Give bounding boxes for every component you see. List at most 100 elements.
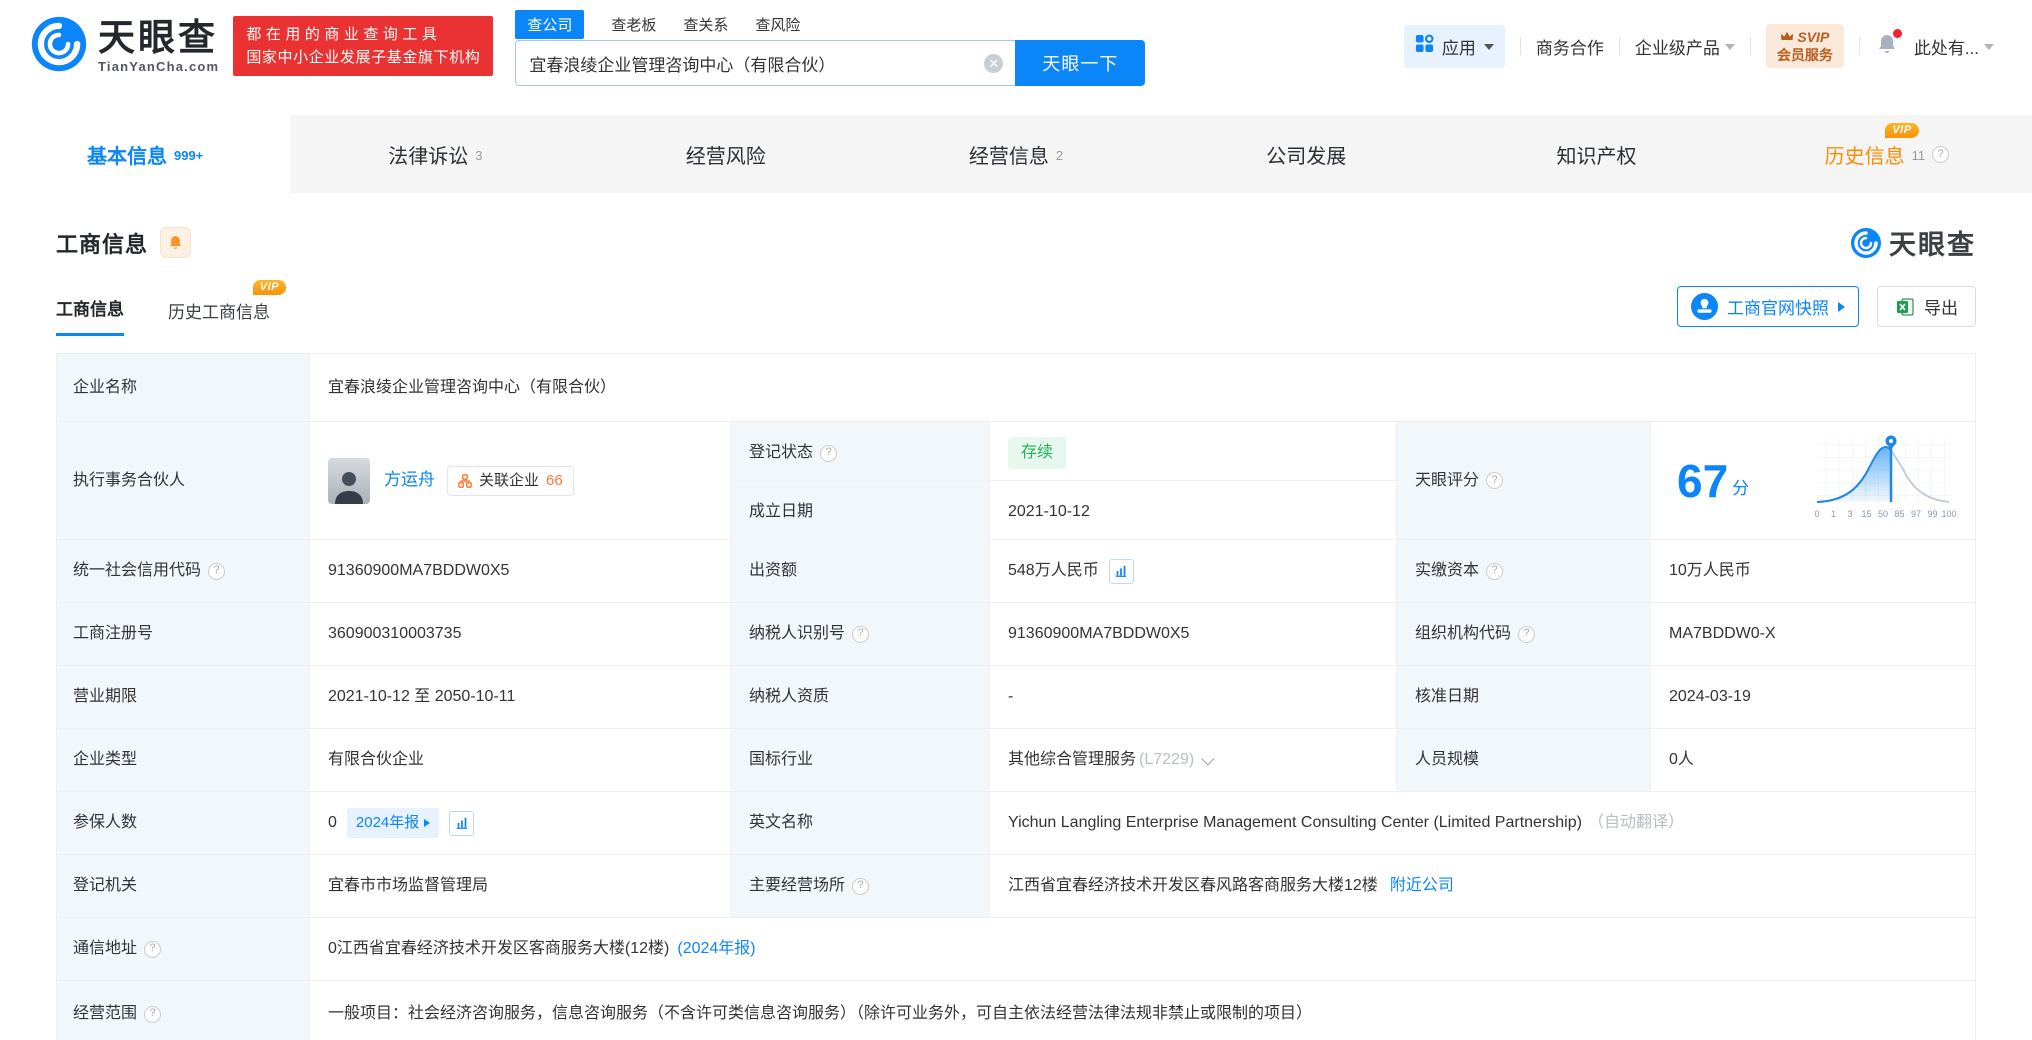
brand-domain: TianYanCha.com xyxy=(98,58,220,74)
tab-operation-info[interactable]: 经营信息 2 xyxy=(871,115,1161,193)
vip-badge: VIP xyxy=(1885,122,1919,138)
svg-text:97: 97 xyxy=(1911,509,1921,519)
person-avatar[interactable] xyxy=(328,457,370,504)
subtab-business-info[interactable]: 工商信息 xyxy=(56,295,124,336)
annual-report-badge[interactable]: 2024年报 xyxy=(346,808,440,838)
help-icon[interactable]: ? xyxy=(1486,562,1504,580)
help-icon[interactable]: ? xyxy=(852,877,870,895)
industry-cell: 其他综合管理服务 (L7229) xyxy=(990,729,1396,791)
help-icon[interactable]: ? xyxy=(820,444,838,462)
tianyan-score-cell: 67 分 0 1 3 15 50 85 97 99 100 xyxy=(1651,422,1975,539)
field-label: 经营范围? xyxy=(57,981,310,1040)
crown-icon xyxy=(1780,28,1794,46)
svip-member-button[interactable]: SVIP 会员服务 xyxy=(1765,24,1844,68)
field-label: 纳税人识别号? xyxy=(730,603,990,665)
person-link[interactable]: 方运舟 xyxy=(384,468,435,493)
tab-legal-litigation[interactable]: 法律诉讼 3 xyxy=(290,115,580,193)
help-icon[interactable]: ? xyxy=(852,625,870,643)
bar-chart-icon xyxy=(1115,565,1127,577)
nav-cooperation[interactable]: 商务合作 xyxy=(1536,34,1604,59)
related-companies-button[interactable]: 关联企业 66 xyxy=(447,465,574,496)
official-snapshot-button[interactable]: 工商官网快照 xyxy=(1677,286,1859,327)
field-label: 企业类型 xyxy=(57,729,310,791)
export-button[interactable]: 导出 xyxy=(1877,286,1976,327)
vip-badge: VIP xyxy=(252,280,286,295)
establish-date-value: 2021-10-12 xyxy=(990,480,1396,542)
tab-intellectual-property[interactable]: 知识产权 xyxy=(1451,115,1741,193)
nav-enterprise-products[interactable]: 企业级产品 xyxy=(1635,34,1735,59)
field-label: 主要经营场所? xyxy=(730,855,990,917)
table-row: 通信地址? 0江西省宜春经济技术开发区客商服务大楼(12楼) (2024年报) xyxy=(57,918,1975,981)
divider xyxy=(1618,37,1620,55)
help-icon[interactable]: ? xyxy=(1518,625,1536,643)
tianyancha-logo[interactable]: 天眼查 TianYanCha.com xyxy=(30,15,219,78)
help-icon[interactable]: ? xyxy=(1932,145,1950,163)
insured-cell: 0 2024年报 xyxy=(310,792,730,854)
taxpayer-quality-value: - xyxy=(1008,688,1014,706)
score-chart-ticks: 0 1 3 15 50 85 97 99 100 xyxy=(1814,509,1956,519)
search-tabs: 查公司 查老板 查关系 查风险 xyxy=(515,8,1145,40)
score-value: 67 xyxy=(1677,454,1729,507)
search-input[interactable] xyxy=(515,40,1016,86)
nearby-companies-link[interactable]: 附近公司 xyxy=(1390,874,1454,897)
field-label: 参保人数 xyxy=(57,792,310,854)
search-tab-boss[interactable]: 查老板 xyxy=(611,14,656,35)
help-icon[interactable]: ? xyxy=(1486,472,1504,489)
business-term-value: 2021-10-12 至 2050-10-11 xyxy=(328,688,516,706)
tab-operation-risk[interactable]: 经营风险 xyxy=(581,115,871,193)
tab-history-info[interactable]: 历史信息 VIP 11 ? xyxy=(1742,115,2032,193)
field-label: 国标行业 xyxy=(730,729,990,791)
search-button[interactable]: 天眼一下 xyxy=(1015,40,1146,86)
subtab-row: 工商信息 历史工商信息 VIP 工商官网快照 导出 xyxy=(56,280,1976,336)
apps-menu-button[interactable]: 应用 xyxy=(1403,24,1505,68)
subtab-history-business-info[interactable]: 历史工商信息 VIP xyxy=(168,280,286,336)
bell-icon xyxy=(169,236,182,249)
field-label: 人员规模 xyxy=(1396,729,1651,791)
svg-text:100: 100 xyxy=(1941,509,1956,519)
divider xyxy=(1858,37,1860,55)
help-icon[interactable]: ? xyxy=(208,562,226,580)
business-place-cell: 江西省宜春经济技术开发区春风路客商服务大楼12楼 附近公司 xyxy=(990,855,1975,917)
help-icon[interactable]: ? xyxy=(144,940,162,958)
table-row: 执行事务合伙人 方运舟 关联企业 66 登记状态? 存续 天眼评分? 67 分 … xyxy=(57,422,1975,542)
auto-translate-note: （自动翻译） xyxy=(1587,814,1684,832)
table-row: 营业期限 2021-10-12 至 2050-10-11 纳税人资质 - 核准日… xyxy=(57,666,1975,729)
field-label: 天眼评分? xyxy=(1396,422,1651,539)
capital-chart-button[interactable] xyxy=(1108,558,1134,584)
org-code-value: MA7BDDW0-X xyxy=(1669,625,1776,643)
executive-partner-cell: 方运舟 关联企业 66 xyxy=(310,422,730,539)
paid-capital-value: 10万人民币 xyxy=(1669,562,1751,580)
chevron-down-icon[interactable] xyxy=(1201,752,1215,765)
svg-text:99: 99 xyxy=(1927,509,1937,519)
tab-company-development[interactable]: 公司发展 xyxy=(1161,115,1451,193)
help-icon[interactable]: ? xyxy=(144,1005,162,1023)
top-header: 天眼查 TianYanCha.com 都在用的商业查询工具 国家中小企业发展子基… xyxy=(0,0,2032,92)
svg-text:15: 15 xyxy=(1861,509,1871,519)
search-tab-risk[interactable]: 查风险 xyxy=(755,14,800,35)
field-label: 实缴资本? xyxy=(1396,540,1651,602)
insured-chart-button[interactable] xyxy=(449,810,475,836)
divider xyxy=(1519,37,1521,55)
table-row: 统一社会信用代码? 91360900MA7BDDW0X5 出资额 548万人民币… xyxy=(57,540,1975,603)
tab-basic-info[interactable]: 基本信息 999+ xyxy=(0,115,291,193)
notification-dot xyxy=(1892,28,1902,38)
search-tab-relation[interactable]: 查关系 xyxy=(683,14,728,35)
brand-name: 天眼查 xyxy=(98,16,218,58)
bar-chart-icon xyxy=(456,817,468,829)
search-tab-company[interactable]: 查公司 xyxy=(515,9,585,39)
brand-slogan: 都在用的商业查询工具 国家中小企业发展子基金旗下机构 xyxy=(233,16,494,76)
svg-text:50: 50 xyxy=(1878,509,1888,519)
score-unit: 分 xyxy=(1732,479,1750,499)
chevron-down-icon xyxy=(1724,44,1735,50)
annual-report-link[interactable]: (2024年报) xyxy=(677,937,755,960)
account-menu[interactable]: 此处有... xyxy=(1914,34,1994,59)
company-name-value: 宜春浪绫企业管理咨询中心（有限合伙） xyxy=(328,378,617,396)
chevron-down-icon xyxy=(1483,44,1494,50)
notification-bell-button[interactable] xyxy=(1875,28,1902,61)
field-label: 成立日期 xyxy=(730,480,990,542)
credit-code-value: 91360900MA7BDDW0X5 xyxy=(328,562,510,580)
table-row: 工商注册号 360900310003735 纳税人识别号? 91360900MA… xyxy=(57,603,1975,666)
company-type-value: 有限合伙企业 xyxy=(328,751,425,769)
svg-text:1: 1 xyxy=(1831,509,1836,519)
subscribe-bell-button[interactable] xyxy=(160,227,192,258)
